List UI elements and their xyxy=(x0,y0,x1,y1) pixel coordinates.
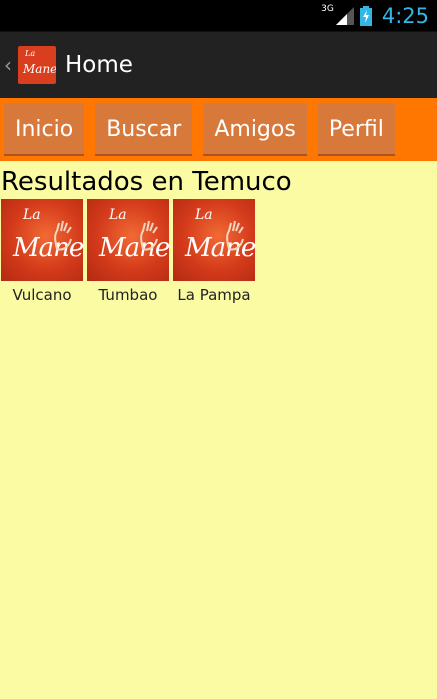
logo-text-top: La xyxy=(109,207,127,223)
app-icon[interactable]: La Mane xyxy=(18,46,56,84)
tab-buscar[interactable]: Buscar xyxy=(95,103,193,156)
action-bar: ‹ La Mane Home xyxy=(0,31,437,98)
tab-buscar-label: Buscar xyxy=(106,117,182,142)
app-icon-text-top: La xyxy=(25,49,36,58)
app-icon-text-bottom: Mane xyxy=(23,62,56,76)
results-title: Resultados en Temuco xyxy=(1,167,292,197)
hand-icon xyxy=(140,220,158,251)
tab-bar: Inicio Buscar Amigos Perfil xyxy=(0,98,437,161)
result-logo[interactable]: La Mane xyxy=(173,199,255,281)
results-grid: La Mane Vulcano La Mane Tumbao La Mane L… xyxy=(1,199,437,304)
logo-text-top: La xyxy=(195,207,213,223)
tab-amigos-label: Amigos xyxy=(214,117,296,142)
network-type-label: 3G xyxy=(321,3,334,14)
signal-icon xyxy=(335,6,354,25)
up-caret-icon[interactable]: ‹ xyxy=(4,53,16,77)
tab-perfil[interactable]: Perfil xyxy=(317,103,395,156)
result-name: Vulcano xyxy=(12,286,72,304)
status-bar: 3G 4:25 xyxy=(0,0,437,31)
tab-perfil-label: Perfil xyxy=(328,117,384,142)
result-name: Tumbao xyxy=(98,286,158,304)
hand-icon xyxy=(226,220,244,251)
result-logo[interactable]: La Mane xyxy=(87,199,169,281)
result-name: La Pampa xyxy=(177,286,251,304)
hand-icon xyxy=(54,220,72,251)
tab-amigos[interactable]: Amigos xyxy=(203,103,307,156)
result-item-la-pampa[interactable]: La Mane La Pampa xyxy=(173,199,255,304)
battery-charging-icon xyxy=(359,5,372,26)
status-clock: 4:25 xyxy=(381,3,429,28)
logo-text-top: La xyxy=(23,207,41,223)
result-item-vulcano[interactable]: La Mane Vulcano xyxy=(1,199,83,304)
tab-inicio-label: Inicio xyxy=(15,117,74,142)
result-item-tumbao[interactable]: La Mane Tumbao xyxy=(87,199,169,304)
tab-inicio[interactable]: Inicio xyxy=(4,103,85,156)
action-bar-title: Home xyxy=(65,52,133,78)
result-logo[interactable]: La Mane xyxy=(1,199,83,281)
